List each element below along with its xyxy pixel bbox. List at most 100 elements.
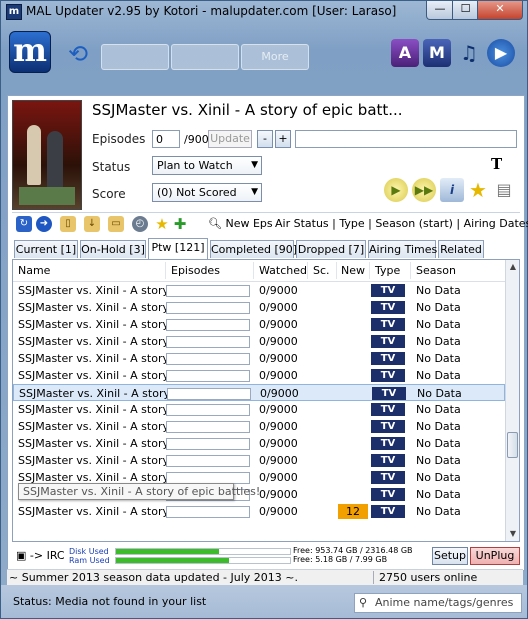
main-window: m MAL Updater v2.95 by Kotori - malupdat…	[0, 0, 528, 619]
mal-icon[interactable]: A	[391, 39, 419, 67]
scroll-up-icon[interactable]: ▲	[506, 260, 519, 274]
title-bar[interactable]: m MAL Updater v2.95 by Kotori - malupdat…	[1, 1, 527, 21]
table-row[interactable]: SSJMaster vs. Xinil - A story of epic ba…	[13, 384, 505, 401]
media-status: Status: Media not found in your list	[13, 595, 207, 608]
row-new	[338, 453, 368, 468]
new-eps-button[interactable]: 🔍︎ New Eps	[208, 217, 273, 230]
add-favorite-star-icon[interactable]: ★	[466, 178, 490, 202]
page-icon[interactable]: ▯	[60, 216, 76, 232]
column-new[interactable]: New	[341, 264, 365, 277]
irc-label: -> IRC	[29, 549, 65, 562]
disk-free-text: Free: 953.74 GB / 2316.48 GB	[293, 546, 413, 555]
monitor-icon: ▣	[16, 549, 27, 562]
tab-ptw[interactable]: Ptw [121]	[148, 238, 208, 259]
episodes-input[interactable]: 0	[152, 130, 180, 148]
table-row[interactable]: SSJMaster vs. Xinil - A story of epic ba…	[13, 503, 505, 520]
font-size-icon[interactable]: T	[491, 155, 502, 173]
minimize-button[interactable]: —	[426, 1, 454, 20]
tab-airing-times[interactable]: Airing Times	[368, 240, 437, 258]
row-type-badge: TV	[371, 454, 405, 467]
update-button[interactable]: Update	[208, 130, 252, 148]
table-row[interactable]: SSJMaster vs. Xinil - A story of epic ba…	[13, 316, 505, 333]
row-type-badge: TV	[371, 369, 405, 382]
search-input[interactable]: ⚲ Anime name/tags/genres	[354, 593, 522, 613]
score-select[interactable]: (0) Not Scored ▼	[152, 183, 262, 202]
music-icon[interactable]: ♫	[455, 39, 483, 67]
toolbar-button-2[interactable]	[171, 44, 239, 70]
minus-button[interactable]: -	[257, 130, 273, 148]
row-type-badge: TV	[371, 437, 405, 450]
table-row[interactable]: SSJMaster vs. Xinil - A story of epic ba…	[13, 435, 505, 452]
play-icon[interactable]: ▶	[384, 178, 408, 202]
table-row[interactable]: SSJMaster vs. Xinil - A story of epic ba…	[13, 401, 505, 418]
close-button[interactable]: ✕	[477, 1, 523, 20]
arrow-right-circle-icon[interactable]: ➜	[36, 216, 52, 232]
tab-on-hold[interactable]: On-Hold [3]	[80, 240, 146, 258]
view-links[interactable]: Air Status | Type | Season (start) | Air…	[275, 217, 528, 230]
info-icon[interactable]: i	[440, 178, 464, 202]
ram-used-label: Ram Used	[69, 556, 110, 565]
row-season: No Data	[416, 420, 461, 433]
unplug-button[interactable]: UnPlug	[470, 547, 520, 565]
row-season: No Data	[416, 369, 461, 382]
tab-related[interactable]: Related	[438, 240, 484, 258]
column-name[interactable]: Name	[18, 264, 50, 277]
row-episode-progress	[166, 506, 250, 518]
scroll-down-icon[interactable]: ▼	[506, 527, 519, 541]
column-episodes[interactable]: Episodes	[171, 264, 220, 277]
row-watched: 0/9000	[259, 454, 298, 467]
play-circle-icon[interactable]: ▶	[487, 39, 515, 67]
plus-button[interactable]: +	[275, 130, 291, 148]
malupdater-logo[interactable]: m	[9, 31, 51, 73]
table-row[interactable]: SSJMaster vs. Xinil - A story of epic ba…	[13, 333, 505, 350]
row-type-badge: TV	[372, 387, 406, 400]
maximize-button[interactable]: ☐	[452, 1, 479, 20]
table-row[interactable]: SSJMaster vs. Xinil - A story of epic ba…	[13, 350, 505, 367]
notice-bar: ~ Summer 2013 season data updated - July…	[7, 569, 523, 585]
table-row[interactable]: SSJMaster vs. Xinil - A story of epic ba…	[13, 367, 505, 384]
clock-icon[interactable]: ◴	[132, 216, 148, 232]
fast-forward-icon[interactable]: ▶▶	[412, 178, 436, 202]
setup-button[interactable]: Setup	[432, 547, 468, 565]
column-watched[interactable]: Watched	[259, 264, 307, 277]
tab-completed[interactable]: Completed [90]	[210, 240, 297, 258]
table-row[interactable]: SSJMaster vs. Xinil - A story of epic ba…	[13, 418, 505, 435]
row-new	[338, 283, 368, 298]
row-new	[338, 470, 368, 485]
more-button[interactable]: More	[241, 44, 309, 70]
tab-dropped[interactable]: Dropped [7]	[296, 240, 366, 258]
folder-icon[interactable]: ▭	[108, 216, 124, 232]
table-row[interactable]: SSJMaster vs. Xinil - A story of epic ba…	[13, 452, 505, 469]
scroll-thumb[interactable]	[507, 432, 518, 458]
anime-title: SSJMaster vs. Xinil - A story of epic ba…	[92, 101, 403, 119]
list-header: Name Episodes Watched Sc. New Type Seaso…	[13, 260, 505, 282]
sync-icon[interactable]: ⟲	[65, 41, 91, 67]
column-type[interactable]: Type	[375, 264, 400, 277]
table-row[interactable]: SSJMaster vs. Xinil - A story of epic ba…	[13, 299, 505, 316]
refresh-icon[interactable]: ↻	[16, 216, 32, 232]
add-icon[interactable]: ✚	[172, 216, 188, 232]
row-season: No Data	[416, 352, 461, 365]
tab-current[interactable]: Current [1]	[14, 240, 78, 258]
table-row[interactable]: SSJMaster vs. Xinil - A story of epic ba…	[13, 282, 505, 299]
manga-icon[interactable]: M	[423, 39, 451, 67]
main-panel: SSJMaster vs. Xinil - A story of epic ba…	[7, 95, 528, 571]
row-episode-progress	[166, 455, 250, 467]
row-new	[338, 317, 368, 332]
document-icon[interactable]: ▤	[492, 178, 516, 202]
users-online: 2750 users online	[379, 571, 478, 584]
column-score[interactable]: Sc.	[313, 264, 330, 277]
column-season[interactable]: Season	[416, 264, 456, 277]
status-select[interactable]: Plan to Watch ▼	[152, 156, 262, 175]
irc-status[interactable]: ▣ -> IRC	[16, 549, 65, 562]
page-down-icon[interactable]: ↓	[84, 216, 100, 232]
vertical-scrollbar[interactable]: ▲ ▼	[505, 260, 519, 541]
action-icon-row: ↻ ➜ ▯ ↓ ▭ ◴ ★ ✚ 🔍︎ New Eps Air Status | …	[12, 213, 528, 235]
row-episode-progress	[166, 404, 250, 416]
row-name: SSJMaster vs. Xinil - A story of epic ba…	[18, 454, 166, 467]
toolbar-button-1[interactable]	[101, 44, 169, 70]
row-type-badge: TV	[371, 505, 405, 518]
row-episode-progress	[166, 353, 250, 365]
star-icon[interactable]: ★	[154, 216, 170, 232]
row-season: No Data	[416, 437, 461, 450]
